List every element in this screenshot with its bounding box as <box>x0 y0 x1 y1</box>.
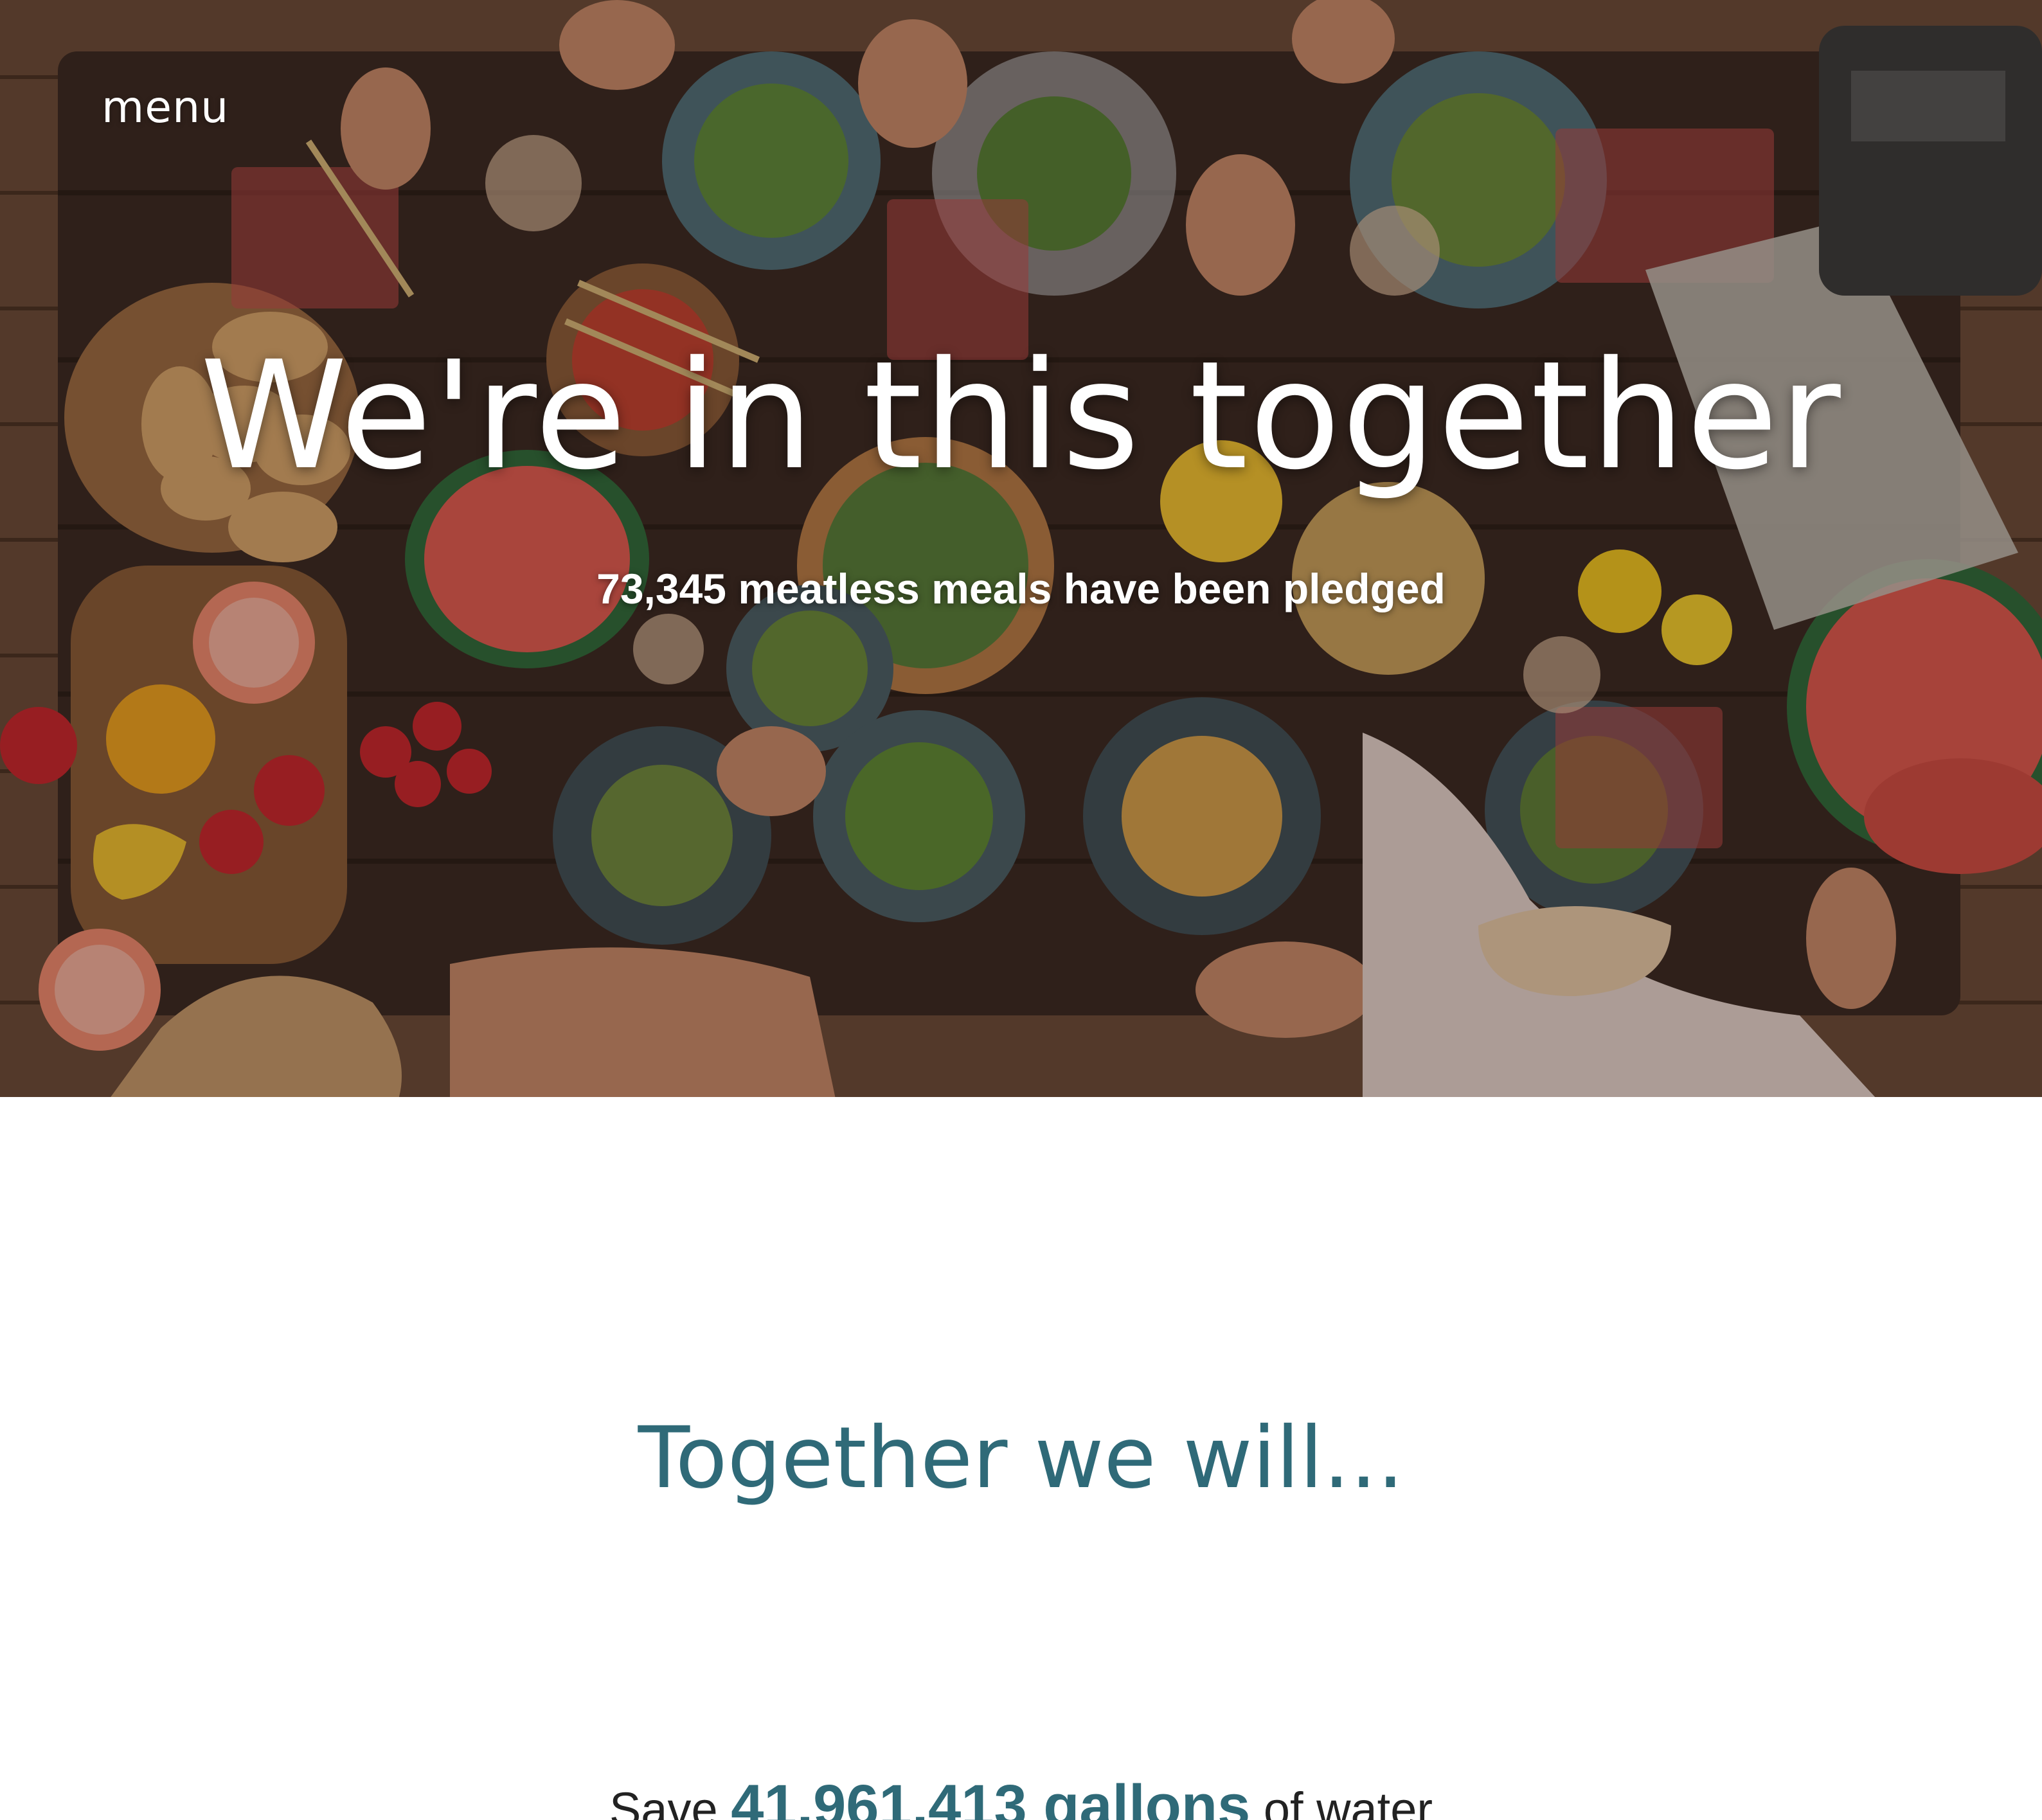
impact-highlight-value: 41,961,413 gallons <box>731 1773 1251 1820</box>
hero-title: We're in this together <box>200 329 1842 503</box>
impact-item-water: Save 41,961,413 gallons of water <box>0 1772 2042 1820</box>
impact-prefix: Save <box>609 1783 718 1820</box>
together-heading: Together we will... <box>638 1409 1404 1508</box>
hero-overlay <box>0 0 2042 1097</box>
menu-button[interactable]: menu <box>102 82 229 133</box>
pledge-counter: 73,345 meatless meals have been pledged <box>596 565 1446 612</box>
impact-suffix: of water <box>1263 1783 1433 1820</box>
hero-banner: menu We're in this together 73,345 meatl… <box>0 0 2042 1097</box>
page: menu We're in this together 73,345 meatl… <box>0 0 2042 1820</box>
